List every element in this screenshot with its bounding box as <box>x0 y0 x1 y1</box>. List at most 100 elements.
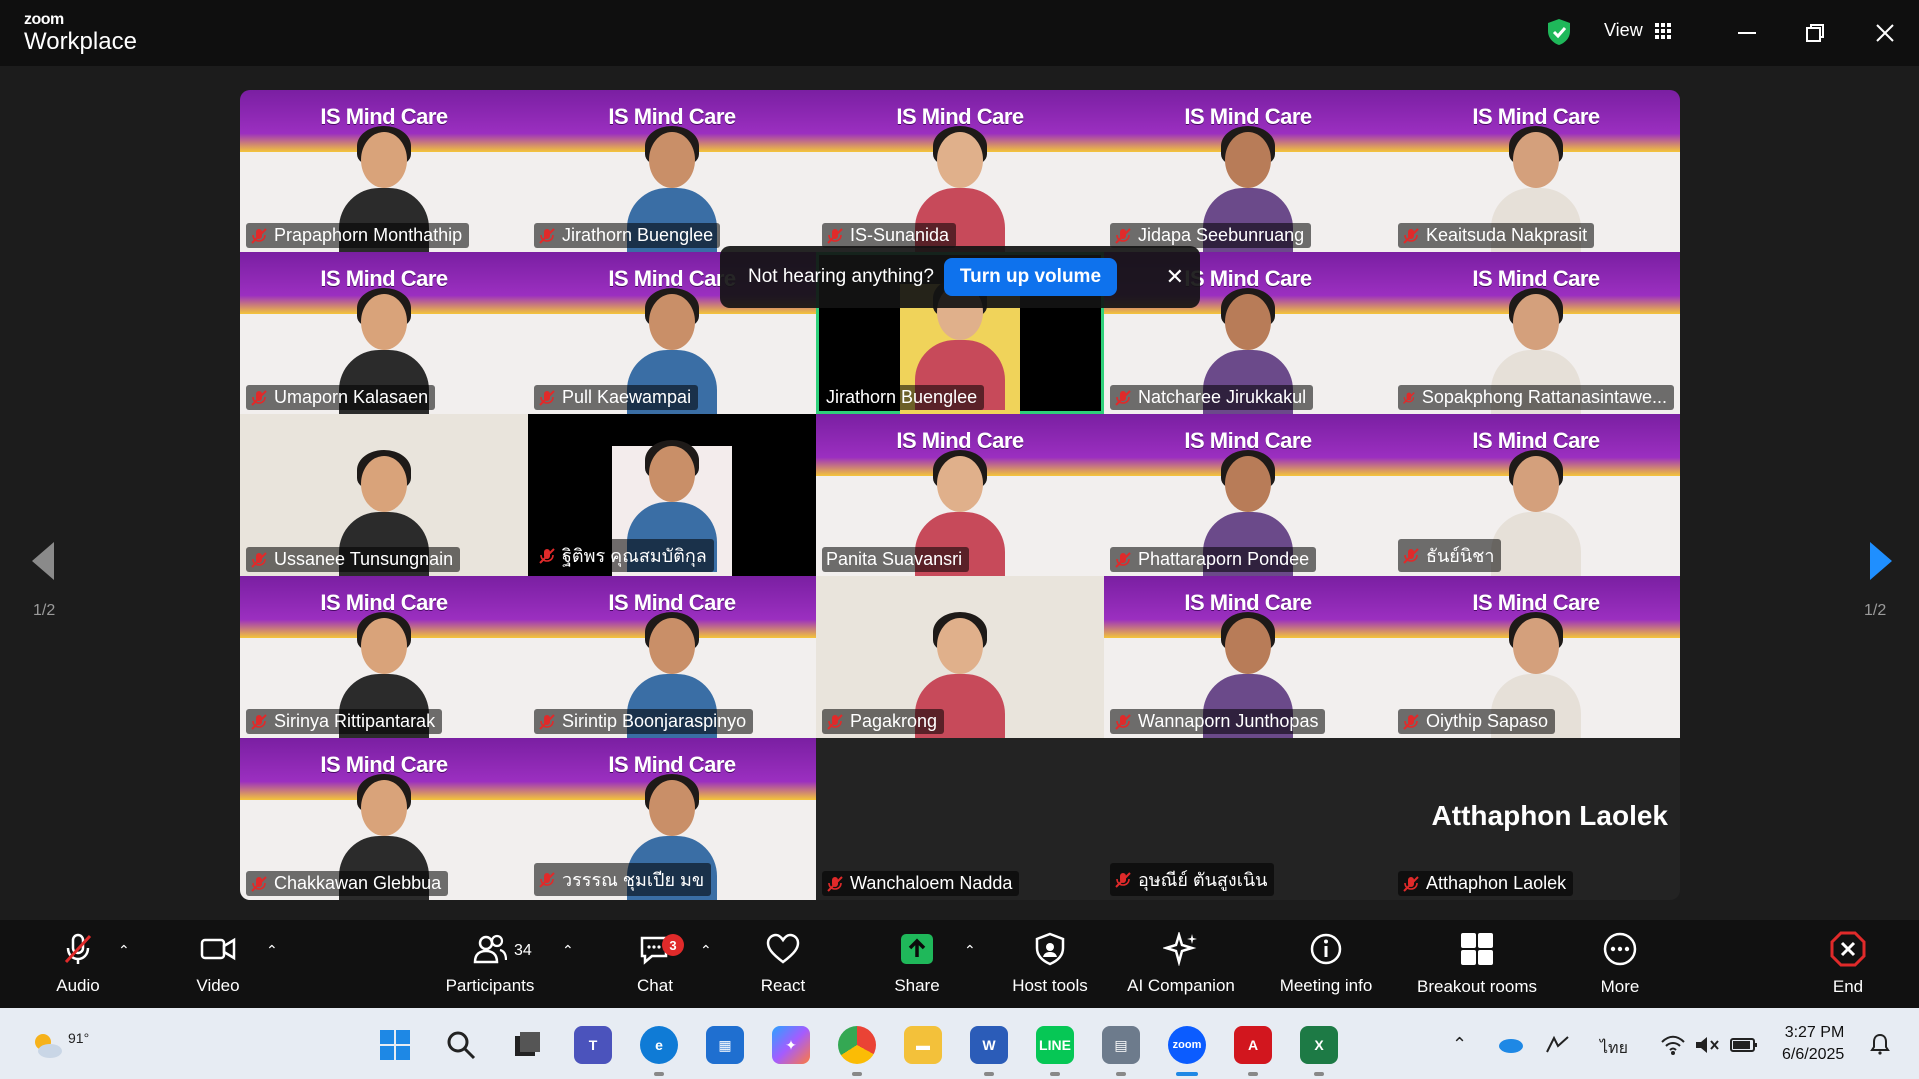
participant-name: Pagakrong <box>850 711 938 731</box>
participant-tile[interactable]: IS Mind Care Sirintip Boonjaraspinyo <box>528 576 816 738</box>
task-view-icon[interactable] <box>508 1026 546 1064</box>
chat-caret-icon[interactable]: ⌃ <box>700 942 712 959</box>
view-button[interactable]: View <box>1604 20 1671 41</box>
language-indicator[interactable]: ไทย <box>1600 1036 1628 1061</box>
participant-tile[interactable]: IS Mind Care Jidapa Seebunruang <box>1104 90 1392 252</box>
share-caret-icon[interactable]: ⌃ <box>964 942 976 959</box>
title-bar: zoom Workplace View <box>0 0 1919 66</box>
participant-name-label: Wannaporn Junthopas <box>1110 709 1326 734</box>
file-explorer-icon[interactable]: ▬ <box>904 1026 942 1064</box>
close-window-button[interactable] <box>1868 16 1902 50</box>
microsoft-store-icon[interactable]: ▦ <box>706 1026 744 1064</box>
heart-icon <box>766 933 800 964</box>
participant-tile[interactable]: IS Mind Care Panita Suavansri <box>816 414 1104 576</box>
participant-name: Panita Suavansri <box>826 549 963 569</box>
acrobat-icon[interactable]: A <box>1234 1026 1272 1064</box>
muted-microphone-icon <box>1403 227 1419 244</box>
muted-microphone-icon <box>539 227 555 244</box>
excel-icon[interactable]: X <box>1300 1026 1338 1064</box>
participant-name: Ussanee Tunsungnain <box>274 549 454 569</box>
restore-button[interactable] <box>1798 16 1832 50</box>
battery-icon[interactable] <box>1730 1034 1758 1056</box>
breakout-rooms-button[interactable]: Breakout rooms <box>1408 920 1546 1008</box>
search-icon[interactable] <box>442 1026 480 1064</box>
chrome-icon[interactable] <box>838 1026 876 1064</box>
turn-up-volume-button[interactable]: Turn up volume <box>943 258 1118 296</box>
previous-page-arrow-icon[interactable] <box>26 536 66 586</box>
participant-tile[interactable]: IS Mind Care Sirinya Rittipantarak <box>240 576 528 738</box>
audio-button[interactable]: Audio <box>46 920 110 1008</box>
react-button[interactable]: React <box>752 920 814 1008</box>
muted-microphone-icon <box>1115 227 1131 244</box>
toast-close-icon[interactable]: ✕ <box>1166 264 1184 290</box>
more-dots-icon <box>1603 932 1637 966</box>
system-clock[interactable]: 3:27 PM 6/6/2025 <box>1782 1022 1844 1066</box>
show-hidden-icons-chevron-icon[interactable]: ⌃ <box>1452 1034 1467 1055</box>
participant-tile[interactable]: Atthaphon Laolek Atthaphon Laolek <box>1392 738 1680 900</box>
word-icon[interactable]: W <box>970 1026 1008 1064</box>
copilot-icon[interactable]: ✦ <box>772 1026 810 1064</box>
video-options-caret-icon[interactable]: ⌃ <box>266 942 278 959</box>
participant-tile[interactable]: IS Mind Care Jirathorn Buenglee <box>528 90 816 252</box>
wifi-icon[interactable] <box>1660 1034 1686 1056</box>
notification-bell-icon[interactable] <box>1868 1032 1892 1056</box>
encryption-shield-icon[interactable] <box>1546 18 1572 46</box>
zoom-app-icon[interactable]: zoom <box>1168 1026 1206 1064</box>
temperature: 91° <box>68 1030 90 1046</box>
participant-tile[interactable]: อุษณีย์ ตันสูงเนิน <box>1104 738 1392 900</box>
participant-tile[interactable]: IS Mind Care Wannaporn Junthopas <box>1104 576 1392 738</box>
meeting-info-button[interactable]: Meeting info <box>1268 920 1384 1008</box>
share-button[interactable]: Share <box>886 920 948 1008</box>
minimize-button[interactable] <box>1730 16 1764 50</box>
line-app-icon[interactable]: LINE <box>1036 1026 1074 1064</box>
next-page-arrow-icon[interactable] <box>1862 536 1902 586</box>
participant-name: วรรรณ ชุมเปีย มข <box>562 870 705 890</box>
participant-tile[interactable]: Wanchaloem Nadda <box>816 738 1104 900</box>
onedrive-cloud-icon[interactable] <box>1496 1034 1524 1054</box>
participants-button[interactable]: Participants <box>430 920 550 1008</box>
audio-options-caret-icon[interactable]: ⌃ <box>118 942 130 959</box>
participant-tile[interactable]: IS Mind Care Keaitsuda Nakprasit <box>1392 90 1680 252</box>
ai-companion-button[interactable]: AI Companion <box>1120 920 1242 1008</box>
participant-tile[interactable]: IS Mind Care Prapaphorn Monthathip <box>240 90 528 252</box>
grid-view-icon <box>1654 22 1671 39</box>
more-button[interactable]: More <box>1590 920 1650 1008</box>
weather-widget[interactable]: 91° <box>30 1030 89 1060</box>
calculator-icon[interactable]: ▤ <box>1102 1026 1140 1064</box>
participant-name-label: Pull Kaewampai <box>534 385 699 410</box>
chat-unread-badge: 3 <box>662 934 684 956</box>
close-icon <box>1876 24 1894 42</box>
participant-tile[interactable]: IS Mind Care วรรรณ ชุมเปีย มข <box>528 738 816 900</box>
edge-browser-icon[interactable]: e <box>640 1026 678 1064</box>
participant-tile[interactable]: IS Mind Care ธันย์นิชา <box>1392 414 1680 576</box>
participant-tile[interactable]: Pagakrong <box>816 576 1104 738</box>
participant-tile[interactable]: IS Mind Care IS-Sunanida <box>816 90 1104 252</box>
participants-caret-icon[interactable]: ⌃ <box>562 942 574 959</box>
brand-small: zoom <box>24 11 64 28</box>
participants-label: Participants <box>445 976 535 995</box>
video-camera-icon <box>200 937 236 961</box>
gallery-view: IS Mind Care Prapaphorn Monthathip IS Mind… <box>240 90 1680 900</box>
end-meeting-button[interactable]: End <box>1818 920 1878 1008</box>
pen-language-icon[interactable] <box>1544 1034 1572 1056</box>
speaker-muted-icon[interactable] <box>1694 1034 1720 1056</box>
teams-icon[interactable]: T <box>574 1026 612 1064</box>
participant-tile[interactable]: IS Mind Care Oiythip Sapaso <box>1392 576 1680 738</box>
host-tools-button[interactable]: Host tools <box>1000 920 1100 1008</box>
windows-start-icon[interactable] <box>376 1026 414 1064</box>
participant-tile[interactable]: IS Mind Care Phattaraporn Pondee <box>1104 414 1392 576</box>
muted-microphone-icon <box>251 875 267 892</box>
edge-running-indicator <box>654 1072 664 1076</box>
participant-tile[interactable]: Ussanee Tunsungnain <box>240 414 528 576</box>
participant-tile[interactable]: IS Mind Care Sopakphong Rattanasintawe... <box>1392 252 1680 414</box>
chat-button[interactable]: Chat <box>620 920 690 1008</box>
participant-name-label: อุษณีย์ ตันสูงเนิน <box>1110 863 1275 896</box>
participant-tile[interactable]: IS Mind Care Umaporn Kalasaen <box>240 252 528 414</box>
participant-tile[interactable]: ฐิติพร คุณสมบัติกุล <box>528 414 816 576</box>
participant-name: Wannaporn Junthopas <box>1138 711 1319 731</box>
participant-tile[interactable]: IS Mind Care Chakkawan Glebbua <box>240 738 528 900</box>
muted-microphone-icon <box>1403 713 1419 730</box>
participant-name-label: Phattaraporn Pondee <box>1110 547 1317 572</box>
weather-sun-cloud-icon <box>35 1034 62 1058</box>
video-button[interactable]: Video <box>186 920 250 1008</box>
